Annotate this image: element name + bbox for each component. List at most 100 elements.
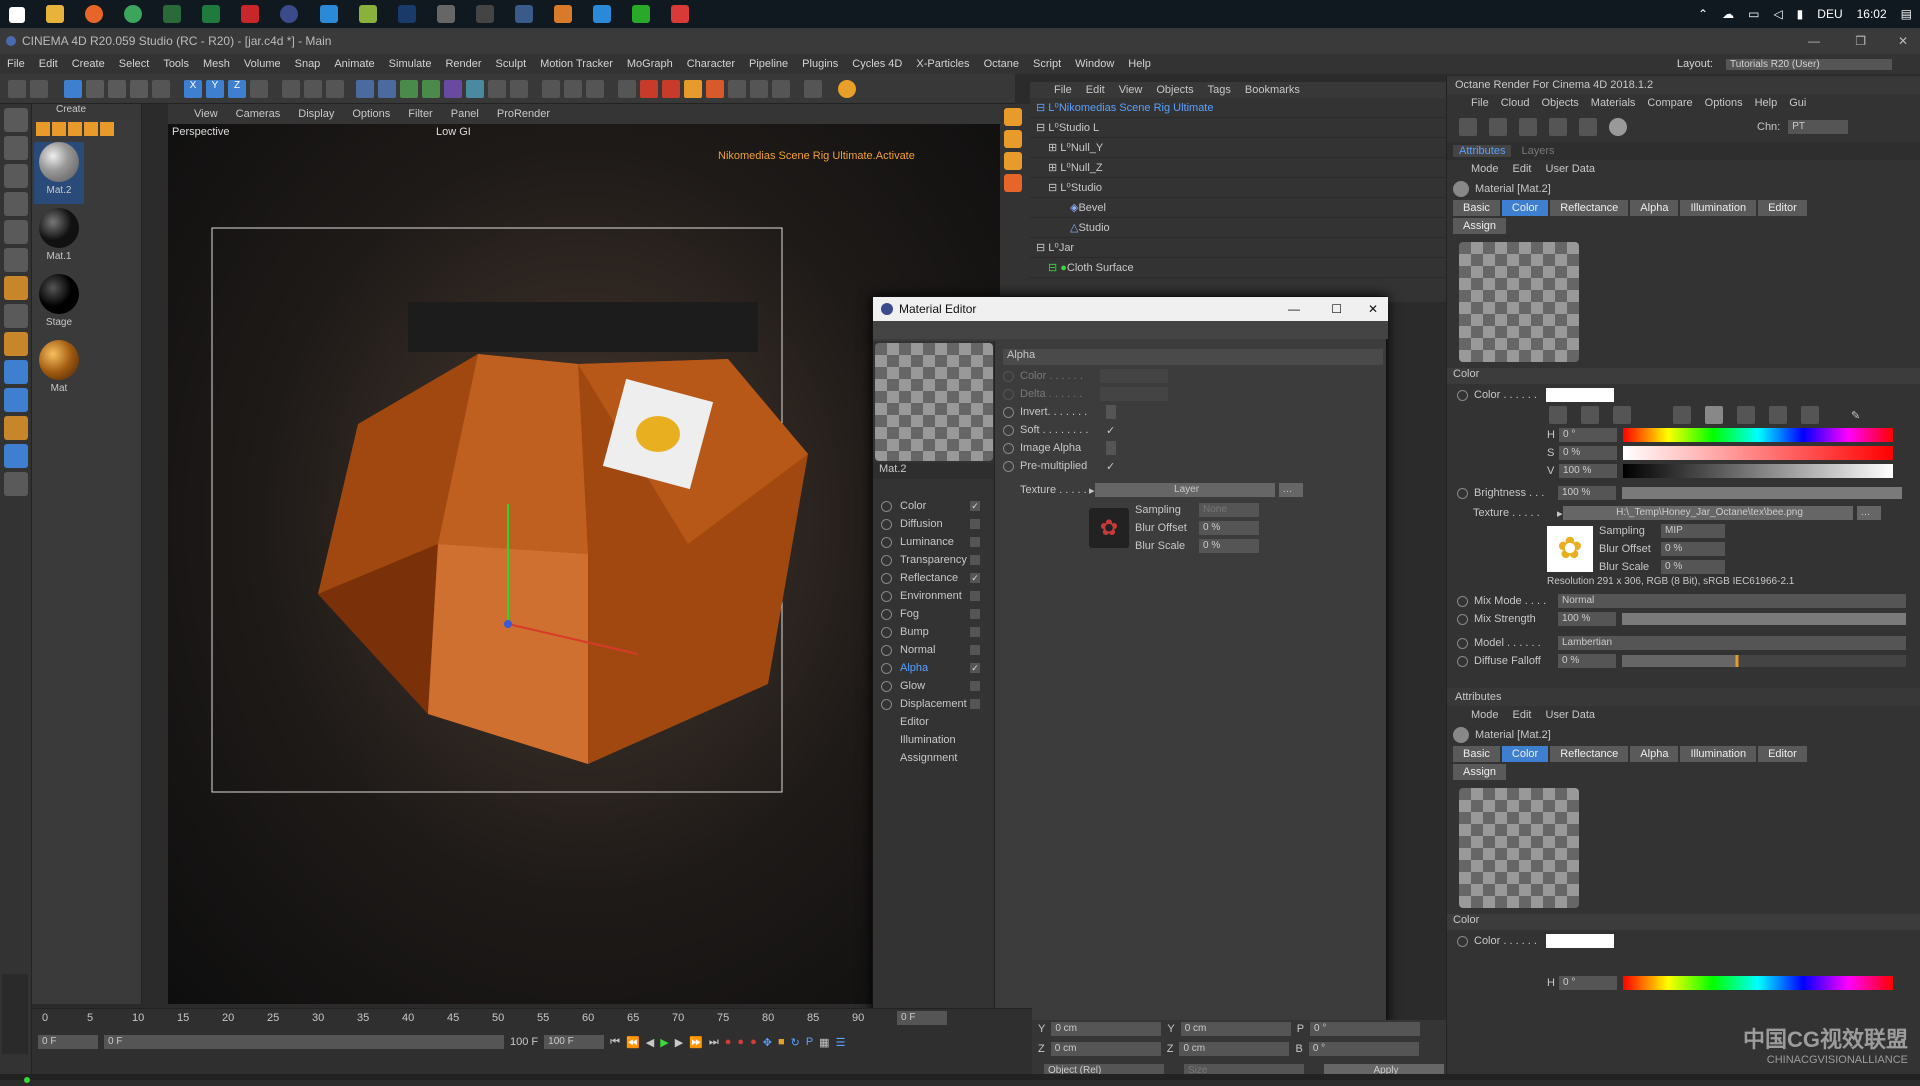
maximize-button[interactable]: ☐: [1331, 302, 1342, 316]
color-wheel-icon[interactable]: [1549, 406, 1567, 424]
texture-path-button[interactable]: H:\_Temp\Honey_Jar_Octane\tex\bee.png: [1562, 506, 1853, 520]
polygons-mode-icon[interactable]: [4, 276, 28, 300]
axis-mode-icon[interactable]: [4, 332, 28, 356]
uv-mode-icon[interactable]: [4, 304, 28, 328]
channel-checkbox[interactable]: [970, 681, 980, 691]
object-row[interactable]: ⊟ L⁰ Jar: [1030, 238, 1455, 258]
mix-strength-slider[interactable]: [1622, 613, 1906, 625]
s-app-icon[interactable]: [163, 5, 182, 23]
menu-sculpt[interactable]: Sculpt: [489, 58, 534, 70]
channel-checkbox[interactable]: [970, 627, 980, 637]
octane-menu-cloud[interactable]: Cloud: [1501, 97, 1530, 109]
invert-checkbox[interactable]: [1106, 405, 1116, 419]
render-icon[interactable]: [1004, 152, 1022, 170]
move-tool-icon[interactable]: [86, 79, 104, 98]
go-to-end-icon[interactable]: ⏭: [709, 1036, 719, 1049]
material-preview[interactable]: [875, 343, 993, 461]
tweak-mode-icon[interactable]: [4, 360, 28, 384]
menu-window[interactable]: Window: [1068, 58, 1121, 70]
mtab-color[interactable]: Color: [1501, 200, 1549, 216]
size-y-field[interactable]: 0 cm: [1180, 1022, 1291, 1036]
color-swatch[interactable]: [1546, 388, 1614, 402]
light-icon[interactable]: [510, 79, 528, 98]
mtab-reflectance[interactable]: Reflectance: [1550, 200, 1629, 216]
close-button[interactable]: ✕: [1898, 34, 1908, 48]
octane-menu-compare[interactable]: Compare: [1647, 97, 1692, 109]
bee-texture-thumbnail[interactable]: ✿: [1089, 508, 1129, 548]
octane-material-icon[interactable]: [706, 79, 724, 98]
channel-checkbox[interactable]: [970, 591, 980, 601]
menu-help[interactable]: Help: [1121, 58, 1158, 70]
swatches-icon[interactable]: [1801, 406, 1819, 424]
menu-octane[interactable]: Octane: [977, 58, 1026, 70]
hsv-icon[interactable]: [1705, 406, 1723, 424]
scale-key-icon[interactable]: ■: [778, 1036, 785, 1048]
mtab-illumination[interactable]: Illumination: [1680, 200, 1757, 216]
prev-key-icon[interactable]: ⏪: [626, 1036, 640, 1049]
octane-menu-gui[interactable]: Gui: [1789, 97, 1806, 109]
volume-icon[interactable]: ◁: [1773, 7, 1782, 21]
material-swatch[interactable]: Mat: [34, 340, 84, 402]
mtab-basic[interactable]: Basic: [1453, 200, 1500, 216]
object-row[interactable]: ⊞ L⁰ Null_Z: [1030, 158, 1455, 178]
timeline-menu-icon[interactable]: ☰: [836, 1036, 846, 1049]
spectrum-icon[interactable]: [1581, 406, 1599, 424]
octane-light-icon[interactable]: [684, 79, 702, 98]
object-row[interactable]: △ Studio: [1030, 218, 1455, 238]
brightness-slider[interactable]: [1622, 487, 1902, 499]
h-field[interactable]: 0 °: [1559, 976, 1617, 990]
channel-checkbox[interactable]: [970, 537, 980, 547]
next-frame-icon[interactable]: ▶: [675, 1036, 683, 1049]
octane-sphere-icon[interactable]: [1609, 118, 1627, 136]
model-dropdown[interactable]: Lambertian: [1558, 636, 1906, 650]
material-swatch[interactable]: Stage: [34, 274, 84, 336]
channel-checkbox[interactable]: [970, 609, 980, 619]
material-name-field[interactable]: Mat.2: [873, 463, 994, 479]
d-icon[interactable]: [36, 122, 50, 136]
menu-mograph[interactable]: MoGraph: [620, 58, 680, 70]
viewport-menu-view[interactable]: View: [168, 108, 227, 120]
pla-key-icon[interactable]: ▦: [819, 1036, 829, 1049]
t-icon[interactable]: [84, 122, 98, 136]
hue-slider[interactable]: [1623, 428, 1893, 442]
file-explorer-icon[interactable]: [46, 5, 65, 23]
om-menu-file[interactable]: File: [1054, 84, 1072, 96]
minimize-button[interactable]: —: [1808, 34, 1820, 48]
s-plugin-icon[interactable]: [838, 79, 856, 98]
menu-plugins[interactable]: Plugins: [795, 58, 845, 70]
material-editor-titlebar[interactable]: Material Editor — ☐ ✕: [873, 297, 1388, 321]
octane-camera-icon[interactable]: [728, 79, 746, 98]
attr-menu-user-data[interactable]: User Data: [1546, 163, 1596, 175]
channel-displacement[interactable]: Displacement: [873, 695, 994, 713]
kelvin-icon[interactable]: [1737, 406, 1755, 424]
octane-start-icon[interactable]: [1459, 118, 1477, 136]
channel-bump[interactable]: Bump: [873, 623, 994, 641]
menu-snap[interactable]: Snap: [288, 58, 328, 70]
object-row[interactable]: ⊟ L⁰ Studio: [1030, 178, 1455, 198]
rgb-icon[interactable]: [1673, 406, 1691, 424]
create-menu[interactable]: Create: [56, 104, 86, 115]
octane-menu-materials[interactable]: Materials: [1591, 97, 1636, 109]
menu-xparticles[interactable]: X-Particles: [909, 58, 976, 70]
channel-glow[interactable]: Glow: [873, 677, 994, 695]
menu-script[interactable]: Script: [1026, 58, 1068, 70]
sampling-dropdown[interactable]: None: [1199, 503, 1259, 517]
prev-frame-icon[interactable]: ◀: [646, 1036, 654, 1049]
diffuse-falloff-slider[interactable]: [1622, 655, 1906, 667]
octane-lock-icon[interactable]: [1579, 118, 1597, 136]
cinema4d-icon[interactable]: [280, 5, 299, 23]
acrobat-icon[interactable]: [241, 5, 260, 23]
restore-button[interactable]: ❐: [1855, 34, 1866, 48]
channel-alpha[interactable]: Alpha ✓: [873, 659, 994, 677]
mtab-alpha[interactable]: Alpha: [1630, 200, 1679, 216]
array-icon[interactable]: [422, 79, 440, 98]
material-manager-menu[interactable]: Create: [32, 104, 141, 120]
channel-color[interactable]: Color ✓: [873, 497, 994, 515]
play-icon[interactable]: ▶: [660, 1036, 668, 1049]
mtab-illumination[interactable]: Illumination: [1680, 746, 1757, 762]
v-field[interactable]: 100 %: [1559, 464, 1617, 478]
image-picker-icon[interactable]: [1613, 406, 1631, 424]
scale-tool-icon[interactable]: [108, 79, 126, 98]
render-icon[interactable]: [1004, 130, 1022, 148]
object-row[interactable]: ⊟ L⁰ Nikomedias Scene Rig Ultimate: [1030, 98, 1455, 118]
